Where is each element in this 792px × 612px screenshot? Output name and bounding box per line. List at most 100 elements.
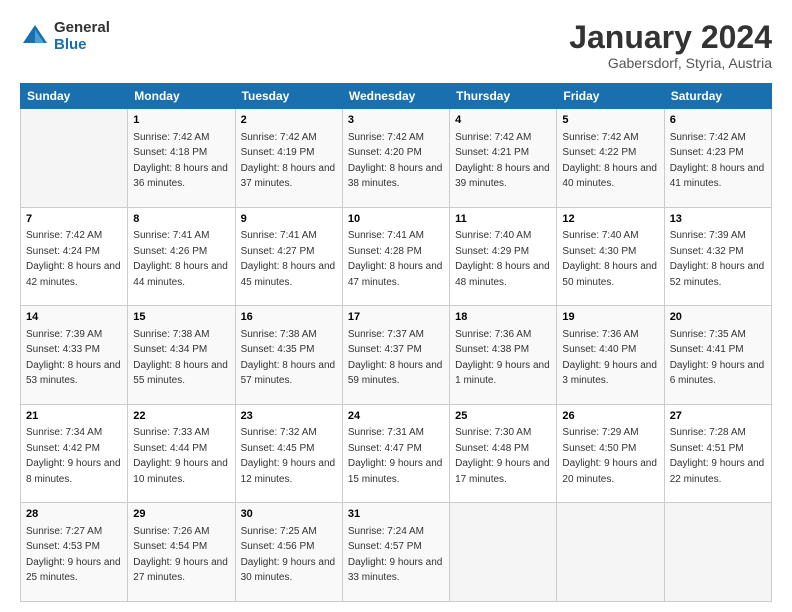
day-number: 18: [455, 310, 551, 325]
day-info: Sunrise: 7:41 AMSunset: 4:27 PMDaylight:…: [241, 230, 336, 288]
day-number: 23: [241, 409, 337, 424]
day-number: 20: [670, 310, 766, 325]
day-info: Sunrise: 7:27 AMSunset: 4:53 PMDaylight:…: [26, 526, 121, 584]
table-row: 20 Sunrise: 7:35 AMSunset: 4:41 PMDaylig…: [664, 306, 771, 405]
col-monday: Monday: [128, 84, 235, 109]
day-info: Sunrise: 7:34 AMSunset: 4:42 PMDaylight:…: [26, 427, 121, 485]
logo-blue: Blue: [54, 37, 110, 54]
day-info: Sunrise: 7:41 AMSunset: 4:28 PMDaylight:…: [348, 230, 443, 288]
day-info: Sunrise: 7:42 AMSunset: 4:23 PMDaylight:…: [670, 132, 765, 190]
table-row: 24 Sunrise: 7:31 AMSunset: 4:47 PMDaylig…: [342, 404, 449, 503]
day-info: Sunrise: 7:42 AMSunset: 4:20 PMDaylight:…: [348, 132, 443, 190]
day-number: 8: [133, 212, 229, 227]
calendar-title: January 2024: [569, 20, 772, 55]
day-info: Sunrise: 7:36 AMSunset: 4:38 PMDaylight:…: [455, 329, 550, 387]
table-row: [557, 503, 664, 602]
day-number: 29: [133, 507, 229, 522]
table-row: 21 Sunrise: 7:34 AMSunset: 4:42 PMDaylig…: [21, 404, 128, 503]
day-number: 3: [348, 113, 444, 128]
logo-icon: [20, 22, 50, 52]
table-row: 27 Sunrise: 7:28 AMSunset: 4:51 PMDaylig…: [664, 404, 771, 503]
day-number: 30: [241, 507, 337, 522]
table-row: 12 Sunrise: 7:40 AMSunset: 4:30 PMDaylig…: [557, 207, 664, 306]
calendar-week-row: 1 Sunrise: 7:42 AMSunset: 4:18 PMDayligh…: [21, 109, 772, 208]
table-row: 11 Sunrise: 7:40 AMSunset: 4:29 PMDaylig…: [450, 207, 557, 306]
table-row: 25 Sunrise: 7:30 AMSunset: 4:48 PMDaylig…: [450, 404, 557, 503]
title-block: January 2024 Gabersdorf, Styria, Austria: [569, 20, 772, 71]
col-thursday: Thursday: [450, 84, 557, 109]
day-number: 10: [348, 212, 444, 227]
day-number: 22: [133, 409, 229, 424]
day-info: Sunrise: 7:30 AMSunset: 4:48 PMDaylight:…: [455, 427, 550, 485]
calendar-week-row: 14 Sunrise: 7:39 AMSunset: 4:33 PMDaylig…: [21, 306, 772, 405]
col-saturday: Saturday: [664, 84, 771, 109]
day-info: Sunrise: 7:26 AMSunset: 4:54 PMDaylight:…: [133, 526, 228, 584]
day-number: 1: [133, 113, 229, 128]
calendar-week-row: 28 Sunrise: 7:27 AMSunset: 4:53 PMDaylig…: [21, 503, 772, 602]
day-info: Sunrise: 7:40 AMSunset: 4:29 PMDaylight:…: [455, 230, 550, 288]
day-info: Sunrise: 7:42 AMSunset: 4:19 PMDaylight:…: [241, 132, 336, 190]
day-number: 6: [670, 113, 766, 128]
day-info: Sunrise: 7:32 AMSunset: 4:45 PMDaylight:…: [241, 427, 336, 485]
table-row: 15 Sunrise: 7:38 AMSunset: 4:34 PMDaylig…: [128, 306, 235, 405]
day-number: 5: [562, 113, 658, 128]
table-row: [664, 503, 771, 602]
day-number: 27: [670, 409, 766, 424]
logo-text: General Blue: [54, 20, 110, 53]
day-info: Sunrise: 7:39 AMSunset: 4:32 PMDaylight:…: [670, 230, 765, 288]
calendar-location: Gabersdorf, Styria, Austria: [569, 55, 772, 71]
table-row: 3 Sunrise: 7:42 AMSunset: 4:20 PMDayligh…: [342, 109, 449, 208]
calendar-week-row: 7 Sunrise: 7:42 AMSunset: 4:24 PMDayligh…: [21, 207, 772, 306]
day-info: Sunrise: 7:42 AMSunset: 4:24 PMDaylight:…: [26, 230, 121, 288]
logo: General Blue: [20, 20, 110, 53]
day-number: 16: [241, 310, 337, 325]
day-info: Sunrise: 7:24 AMSunset: 4:57 PMDaylight:…: [348, 526, 443, 584]
table-row: 7 Sunrise: 7:42 AMSunset: 4:24 PMDayligh…: [21, 207, 128, 306]
day-info: Sunrise: 7:28 AMSunset: 4:51 PMDaylight:…: [670, 427, 765, 485]
table-row: 26 Sunrise: 7:29 AMSunset: 4:50 PMDaylig…: [557, 404, 664, 503]
day-info: Sunrise: 7:25 AMSunset: 4:56 PMDaylight:…: [241, 526, 336, 584]
calendar-week-row: 21 Sunrise: 7:34 AMSunset: 4:42 PMDaylig…: [21, 404, 772, 503]
day-number: 9: [241, 212, 337, 227]
day-info: Sunrise: 7:37 AMSunset: 4:37 PMDaylight:…: [348, 329, 443, 387]
table-row: 14 Sunrise: 7:39 AMSunset: 4:33 PMDaylig…: [21, 306, 128, 405]
table-row: 5 Sunrise: 7:42 AMSunset: 4:22 PMDayligh…: [557, 109, 664, 208]
table-row: 10 Sunrise: 7:41 AMSunset: 4:28 PMDaylig…: [342, 207, 449, 306]
table-row: [450, 503, 557, 602]
day-info: Sunrise: 7:31 AMSunset: 4:47 PMDaylight:…: [348, 427, 443, 485]
table-row: 17 Sunrise: 7:37 AMSunset: 4:37 PMDaylig…: [342, 306, 449, 405]
day-info: Sunrise: 7:33 AMSunset: 4:44 PMDaylight:…: [133, 427, 228, 485]
page: General Blue January 2024 Gabersdorf, St…: [0, 0, 792, 612]
table-row: 1 Sunrise: 7:42 AMSunset: 4:18 PMDayligh…: [128, 109, 235, 208]
day-number: 31: [348, 507, 444, 522]
calendar-header-row: Sunday Monday Tuesday Wednesday Thursday…: [21, 84, 772, 109]
day-info: Sunrise: 7:36 AMSunset: 4:40 PMDaylight:…: [562, 329, 657, 387]
day-number: 21: [26, 409, 122, 424]
table-row: 19 Sunrise: 7:36 AMSunset: 4:40 PMDaylig…: [557, 306, 664, 405]
day-info: Sunrise: 7:42 AMSunset: 4:18 PMDaylight:…: [133, 132, 228, 190]
table-row: 23 Sunrise: 7:32 AMSunset: 4:45 PMDaylig…: [235, 404, 342, 503]
day-info: Sunrise: 7:29 AMSunset: 4:50 PMDaylight:…: [562, 427, 657, 485]
day-number: 12: [562, 212, 658, 227]
day-number: 28: [26, 507, 122, 522]
day-number: 7: [26, 212, 122, 227]
col-tuesday: Tuesday: [235, 84, 342, 109]
table-row: 2 Sunrise: 7:42 AMSunset: 4:19 PMDayligh…: [235, 109, 342, 208]
day-number: 19: [562, 310, 658, 325]
day-info: Sunrise: 7:41 AMSunset: 4:26 PMDaylight:…: [133, 230, 228, 288]
header: General Blue January 2024 Gabersdorf, St…: [20, 20, 772, 71]
table-row: 30 Sunrise: 7:25 AMSunset: 4:56 PMDaylig…: [235, 503, 342, 602]
day-info: Sunrise: 7:40 AMSunset: 4:30 PMDaylight:…: [562, 230, 657, 288]
table-row: 18 Sunrise: 7:36 AMSunset: 4:38 PMDaylig…: [450, 306, 557, 405]
table-row: 4 Sunrise: 7:42 AMSunset: 4:21 PMDayligh…: [450, 109, 557, 208]
day-number: 14: [26, 310, 122, 325]
logo-general: General: [54, 20, 110, 37]
day-info: Sunrise: 7:38 AMSunset: 4:35 PMDaylight:…: [241, 329, 336, 387]
day-info: Sunrise: 7:35 AMSunset: 4:41 PMDaylight:…: [670, 329, 765, 387]
table-row: [21, 109, 128, 208]
col-friday: Friday: [557, 84, 664, 109]
day-number: 15: [133, 310, 229, 325]
day-number: 26: [562, 409, 658, 424]
day-info: Sunrise: 7:42 AMSunset: 4:21 PMDaylight:…: [455, 132, 550, 190]
table-row: 31 Sunrise: 7:24 AMSunset: 4:57 PMDaylig…: [342, 503, 449, 602]
